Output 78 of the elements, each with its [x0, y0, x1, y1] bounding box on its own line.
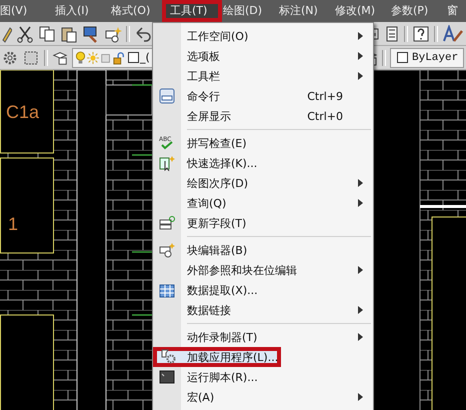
menu-item[interactable]: 加载应用程序(L)...	[153, 347, 281, 367]
room-label: C1a	[6, 102, 40, 122]
menu-item-label: 选项板	[186, 48, 220, 64]
shortcut-text: Ctrl+9	[307, 90, 343, 102]
menu-item[interactable]: 查询(Q)	[153, 193, 373, 213]
menu-bar-item[interactable]: 图(V)	[0, 0, 52, 22]
update-field-icon	[159, 215, 175, 231]
quick-select-icon	[159, 155, 175, 171]
copy-icon[interactable]	[38, 24, 56, 42]
menu-item[interactable]: 命令行 Ctrl+9	[153, 86, 373, 106]
calculator-icon[interactable]	[384, 24, 400, 42]
menu-item-label: 查询(Q)	[186, 196, 226, 210]
block-icon[interactable]	[104, 24, 122, 42]
color-swatch	[128, 52, 139, 63]
menu-item-label: 命令行	[186, 88, 220, 104]
menu-item-label: 外部参照和块在位编辑	[186, 262, 297, 278]
menu-item[interactable]: 绘图次序(D)	[153, 173, 373, 193]
menu-bar-item[interactable]: 标注(N)	[276, 0, 332, 22]
menu-item-label: 全屏显示	[186, 108, 231, 124]
help-icon[interactable]	[412, 24, 430, 42]
unlock-icon	[113, 50, 125, 66]
paste-icon[interactable]	[60, 24, 78, 42]
sun-icon	[87, 50, 99, 66]
menu-item-label: 工作空间(O)	[186, 28, 248, 44]
menu-item[interactable]: 选项板	[153, 46, 373, 66]
wall-edge	[420, 205, 466, 208]
menu-item[interactable]: 运行脚本(R)...	[153, 367, 373, 387]
bulb-icon	[75, 50, 86, 66]
menu-item[interactable]: 工作空间(O)	[153, 26, 373, 46]
menu-item[interactable]: 数据提取(X)...	[153, 280, 373, 300]
menu-bar-item[interactable]: 参数(P)	[388, 0, 444, 22]
menu-item-label: 工具栏	[186, 68, 220, 84]
wall-line	[132, 84, 152, 86]
window-icon	[159, 88, 175, 104]
menu-item[interactable]: 外部参照和块在位编辑	[153, 260, 373, 280]
menu-item-label: 更新字段(T)	[186, 216, 246, 230]
text-style-icon[interactable]	[442, 24, 464, 42]
script-icon	[159, 369, 175, 385]
room-label: 1	[8, 214, 18, 234]
menu-bar-item[interactable]: 绘图(D)	[220, 0, 276, 22]
gears-icon	[161, 349, 177, 365]
layer-name: _(	[140, 51, 151, 64]
menu-item-label: 绘图次序(D)	[186, 176, 248, 190]
menu-item[interactable]: 全屏显示 Ctrl+0	[153, 106, 373, 126]
menu-item[interactable]: 快速选择(K)...	[153, 153, 373, 173]
menu-item-label: 加载应用程序(L)...	[186, 350, 278, 364]
wall-line	[132, 314, 152, 316]
opening-outline	[106, 84, 152, 116]
menu-item[interactable]: 数据链接	[153, 300, 373, 320]
menu-item[interactable]: 动作录制器(T)	[153, 327, 373, 347]
menu-bar-item[interactable]: 窗	[444, 0, 466, 22]
undo-icon[interactable]	[134, 24, 152, 42]
shortcut-text: Ctrl+0	[307, 110, 343, 122]
block-editor-icon	[159, 242, 175, 258]
menu-bar-item[interactable]: 格式(O)	[108, 0, 164, 22]
menu-item[interactable]: 工具栏	[153, 66, 373, 86]
linetype-dropdown[interactable]: ByLayer	[390, 48, 464, 68]
menu-bar-item[interactable]: 工具(T)	[162, 0, 222, 22]
menu-item-label: 数据链接	[186, 302, 231, 318]
menu-item[interactable]: 块编辑器(B)	[153, 240, 373, 260]
wall-line	[132, 251, 152, 253]
menu-bar-item[interactable]: 插入(I)	[52, 0, 108, 22]
menu-item-label: 拼写检查(E)	[186, 136, 247, 150]
menu-item-label: 运行脚本(R)...	[186, 370, 258, 384]
menu-item-label: 数据提取(X)...	[186, 282, 258, 298]
menu-item-label: 块编辑器(B)	[186, 242, 248, 258]
wall-line	[132, 154, 152, 156]
scissors-icon[interactable]	[16, 24, 34, 42]
layer-dropdown[interactable]: _(	[72, 48, 155, 68]
menu-item[interactable]: 宏(A)	[153, 387, 373, 407]
frame-icon[interactable]	[22, 48, 40, 66]
menu-item-label: 快速选择(K)...	[186, 156, 258, 170]
menu-item-label: 动作录制器(T)	[186, 330, 258, 344]
menu-item-label: 宏(A)	[186, 390, 214, 404]
data-extraction-icon	[159, 282, 175, 298]
menu-item[interactable]: 更新字段(T)	[153, 213, 373, 233]
pencil-icon[interactable]	[2, 24, 12, 42]
menu-bar-item[interactable]: 修改(M)	[332, 0, 388, 22]
